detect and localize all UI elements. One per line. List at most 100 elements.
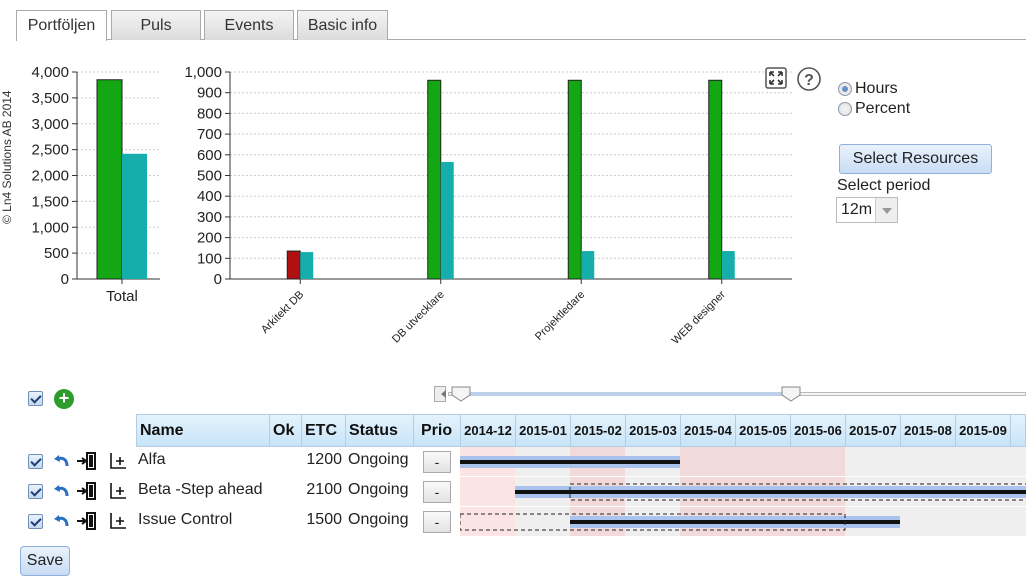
y-tick-label: 3,500	[31, 90, 69, 107]
gantt-cell	[1010, 447, 1026, 476]
y-tick-label: 3,000	[31, 116, 69, 133]
prio-button[interactable]: -	[423, 511, 451, 533]
gantt-cell	[900, 447, 955, 476]
help-icon[interactable]: ?	[796, 66, 822, 92]
gantt-bar	[460, 460, 680, 464]
slider-end-handle[interactable]	[781, 386, 801, 402]
bar	[581, 251, 595, 279]
period-select[interactable]: 12m	[836, 197, 898, 223]
bar	[721, 251, 735, 279]
prio-button[interactable]: -	[423, 451, 451, 473]
row-name[interactable]: Alfa	[138, 451, 166, 469]
undo-icon[interactable]	[53, 483, 71, 499]
table-header: Name Ok ETC Status Prio 2014-12 2015-01 20…	[136, 414, 1026, 447]
col-month: 2015-02	[571, 415, 626, 446]
y-tick-label: 500	[44, 245, 69, 262]
row-etc: 2100	[306, 481, 342, 498]
col-name[interactable]: Name	[137, 415, 270, 446]
bar	[96, 79, 123, 280]
select-all-checkbox[interactable]	[28, 391, 43, 406]
chevron-down-icon[interactable]	[875, 198, 897, 222]
col-month: 2015-06	[791, 415, 846, 446]
x-tick-label: Total	[106, 288, 138, 305]
gantt-cell	[515, 507, 570, 536]
percent-label: Percent	[855, 100, 911, 117]
row-status: Ongoing	[348, 451, 409, 468]
row-name[interactable]: Beta -Step ahead	[138, 481, 263, 499]
undo-icon[interactable]	[53, 453, 71, 469]
gantt-cell	[900, 507, 955, 536]
x-tick-label: Arkitekt DB	[259, 289, 306, 336]
col-month: 2014-12	[461, 415, 516, 446]
col-month: 2015-09	[956, 415, 1011, 446]
gantt-cell	[680, 447, 735, 476]
total-chart: 0 500 1,000 1,500 2,000 2,500 3,000 3,500 4,000 T…	[31, 64, 160, 305]
move-to-door-icon[interactable]	[76, 511, 98, 531]
slider-start-handle[interactable]	[451, 386, 471, 402]
gantt-bar	[570, 520, 900, 524]
y-tick-label: 2,000	[31, 168, 69, 185]
x-tick-label: Projektledare	[533, 289, 587, 343]
scroll-left-button[interactable]	[434, 386, 446, 402]
percent-radio[interactable]	[838, 102, 852, 116]
y-tick-label: 600	[197, 147, 222, 164]
gantt-cell	[955, 447, 1010, 476]
bar	[708, 79, 723, 280]
col-month: 20	[1011, 415, 1026, 446]
y-tick-label: 0	[214, 271, 222, 288]
bar	[567, 79, 582, 280]
unit-percent-option[interactable]: Percent	[838, 100, 910, 118]
gantt-cell	[1010, 507, 1026, 536]
y-tick-label: 200	[197, 230, 222, 247]
col-etc[interactable]: ETC	[302, 415, 346, 446]
gantt-bar	[515, 490, 1026, 494]
move-to-door-icon[interactable]	[76, 481, 98, 501]
bar	[427, 79, 442, 280]
unit-hours-option[interactable]: Hours	[838, 80, 898, 98]
col-month: 2015-04	[681, 415, 736, 446]
move-to-door-icon[interactable]	[76, 451, 98, 471]
col-month: 2015-01	[516, 415, 571, 446]
resource-charts: 0 500 1,000 1,500 2,000 2,500 3,000 3,500 4,000 T…	[31, 64, 792, 347]
col-month: 2015-08	[901, 415, 956, 446]
bar	[122, 153, 147, 279]
undo-icon[interactable]	[53, 513, 71, 529]
chart-add-icon[interactable]	[108, 451, 128, 471]
y-tick-label: 2,500	[31, 142, 69, 159]
gantt-cell	[460, 477, 515, 506]
timeline-slider[interactable]	[434, 386, 1026, 402]
hours-label: Hours	[855, 80, 898, 97]
row-etc: 1500	[306, 511, 342, 528]
chart-add-icon[interactable]	[108, 511, 128, 531]
row-checkbox[interactable]	[28, 484, 43, 499]
y-tick-label: 700	[197, 126, 222, 143]
save-button[interactable]: Save	[20, 546, 70, 576]
gantt-cell	[460, 507, 515, 536]
gantt-cell	[790, 447, 845, 476]
row-name[interactable]: Issue Control	[138, 511, 232, 529]
expand-icon[interactable]	[765, 67, 787, 89]
col-ok[interactable]: Ok	[270, 415, 302, 446]
y-tick-label: 1,500	[31, 193, 69, 210]
add-project-button[interactable]: +	[54, 389, 74, 409]
y-tick-label: 1,000	[31, 219, 69, 236]
col-month: 2015-03	[626, 415, 681, 446]
gantt-area	[460, 447, 1026, 536]
bar	[300, 252, 314, 279]
row-checkbox[interactable]	[28, 454, 43, 469]
y-tick-label: 400	[197, 188, 222, 205]
select-resources-button[interactable]: Select Resources	[839, 144, 992, 174]
col-status[interactable]: Status	[346, 415, 414, 446]
slider-range	[462, 392, 792, 396]
chart-add-icon[interactable]	[108, 481, 128, 501]
hours-radio[interactable]	[838, 82, 852, 96]
y-tick-label: 500	[197, 168, 222, 185]
row-checkbox[interactable]	[28, 514, 43, 529]
col-month: 2015-05	[736, 415, 791, 446]
x-tick-label: DB utvecklare	[390, 289, 447, 346]
svg-text:?: ?	[804, 72, 814, 89]
prio-button[interactable]: -	[423, 481, 451, 503]
col-prio[interactable]: Prio	[414, 415, 461, 446]
col-month: 2015-07	[846, 415, 901, 446]
x-tick-label: WEB designer	[670, 288, 728, 346]
